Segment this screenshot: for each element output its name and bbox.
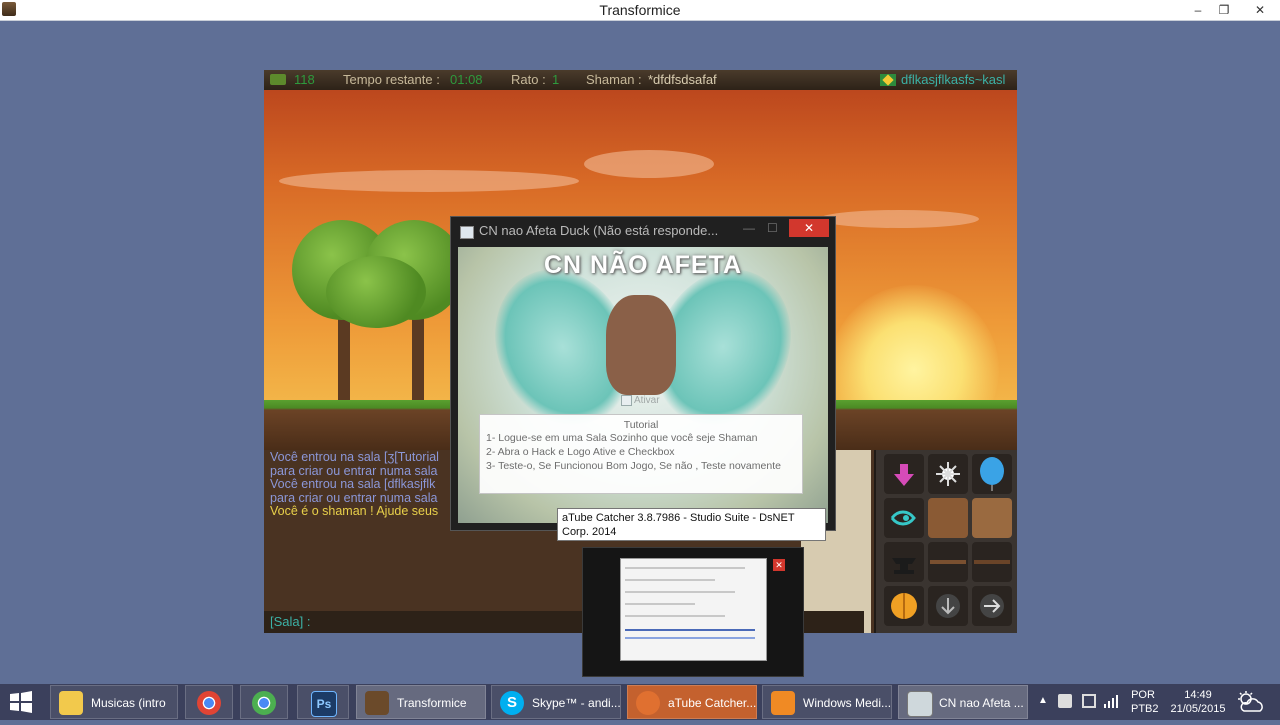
checkbox-label: Ativar (634, 395, 660, 407)
chrome-icon (197, 691, 221, 715)
taskbar-item-chrome[interactable] (185, 685, 233, 719)
taskbar-item-label: CN nao Afeta ... (939, 696, 1024, 710)
taskbar-item-label: Musicas (intro (91, 696, 166, 710)
tutorial-line: 2- Abra o Hack e Logo Ative e Checkbox (486, 446, 675, 458)
taskbar-thumbnail-preview[interactable]: ✕ (582, 547, 804, 677)
popup-close-button[interactable]: ✕ (789, 219, 829, 237)
cloud (279, 170, 579, 192)
restore-button[interactable]: ❐ (1210, 0, 1238, 20)
skype-icon: S (500, 691, 524, 715)
spirit-icon[interactable] (884, 498, 924, 538)
chat-line: para criar ou entrar numa sala (270, 490, 438, 505)
anvil-icon[interactable] (884, 542, 924, 582)
folder-icon (59, 691, 83, 715)
window-title: Transformice (599, 2, 681, 18)
keyboard-layout: PTB2 (1131, 703, 1159, 715)
thumbnail-image (620, 558, 767, 661)
window-title-bar: Transformice – ❐ ✕ (0, 0, 1280, 21)
photoshop-icon: Ps (311, 691, 337, 717)
time-value: 01:08 (450, 72, 483, 87)
taskbar-item-musicas[interactable]: Musicas (intro (50, 685, 178, 719)
language-indicator[interactable]: POR PTB2 (1131, 689, 1159, 715)
tray-chevron-icon[interactable]: ▲ (1038, 695, 1048, 706)
chat-shaman-line: Você é o shaman ! Ajude seus (270, 504, 439, 518)
tutorial-line: 3- Teste-o, Se Funcionou Bom Jogo, Se nã… (486, 460, 781, 472)
shaman-label: Shaman : (586, 72, 642, 87)
network-signal-icon[interactable] (1104, 694, 1120, 711)
taskbar-item-transformice[interactable]: Transformice (356, 685, 486, 719)
tutorial-heading: Tutorial (623, 419, 659, 431)
spark-icon[interactable] (928, 454, 968, 494)
taskbar-item-photoshop[interactable]: Ps (297, 685, 349, 719)
start-button[interactable] (0, 684, 42, 720)
player-name[interactable]: dflkasjflkasfs~kasl (901, 70, 1005, 90)
popup-content: CN NÃO AFETA Ativar Tutorial 1- Logue-se… (458, 247, 828, 523)
long-plank-icon[interactable] (972, 542, 1012, 582)
chat-log: Você entrou na sala [ʒ[Tutorial para cri… (270, 450, 460, 519)
language-code: POR (1131, 689, 1155, 701)
cloud (819, 210, 979, 228)
brazil-flag-icon (880, 74, 896, 86)
taskbar-item-label: aTube Catcher... (668, 696, 757, 710)
shaman-toolbox (874, 450, 1017, 633)
clock-date: 21/05/2015 (1170, 703, 1226, 715)
taskbar-item-label: Transformice (397, 696, 467, 710)
taskbar-item-label: Windows Medi... (803, 696, 892, 710)
thumbnail-close-button[interactable]: ✕ (773, 559, 785, 571)
activate-checkbox[interactable]: Ativar (621, 395, 660, 406)
system-clock[interactable]: 14:49 21/05/2015 (1166, 689, 1230, 715)
tutorial-box: Tutorial 1- Logue-se em uma Sala Sozinho… (479, 414, 803, 494)
rato-value: 1 (552, 72, 560, 87)
rato-label: Rato : (511, 72, 546, 87)
close-button[interactable]: ✕ (1240, 0, 1280, 20)
app-window-icon (907, 691, 933, 717)
cheese-icon (270, 74, 286, 85)
hud-top-bar: 118 Tempo restante : 01:08 Rato : 1 Sham… (264, 70, 1017, 90)
ball-icon[interactable] (884, 586, 924, 626)
arrow-down-pink-icon[interactable] (884, 454, 924, 494)
checkbox-icon[interactable] (621, 395, 632, 406)
taskbar-item-windows-media[interactable]: Windows Medi... (762, 685, 892, 719)
short-plank-icon[interactable] (928, 542, 968, 582)
app-window-icon (460, 226, 474, 239)
small-box-icon[interactable] (928, 498, 968, 538)
taskbar-item-chrome-canary[interactable] (240, 685, 288, 719)
tutorial-line: 1- Logue-se em uma Sala Sozinho que você… (486, 432, 758, 444)
time-label: Tempo restante : (343, 72, 440, 87)
atube-icon (636, 691, 660, 715)
large-box-icon[interactable] (972, 498, 1012, 538)
taskbar-item-label: Skype™ - andi... (532, 696, 621, 710)
weather-icon[interactable] (1236, 689, 1266, 718)
popup-banner: CN NÃO AFETA (543, 251, 743, 279)
minimize-button[interactable]: – (1184, 0, 1212, 20)
chrome-canary-icon (252, 691, 276, 715)
taskbar-item-atube-catcher[interactable]: aTube Catcher... (627, 685, 757, 719)
power-icon[interactable] (1082, 694, 1096, 708)
tree-foliage (326, 256, 426, 328)
windows-logo-icon (10, 691, 32, 713)
taskbar-item-skype[interactable]: S Skype™ - andi... (491, 685, 621, 719)
popup-minimize-button[interactable]: — (743, 221, 755, 235)
arrow-right-icon[interactable] (972, 586, 1012, 626)
arrow-down-icon[interactable] (928, 586, 968, 626)
chat-line: Você entrou na sala [ʒ[Tutorial (270, 450, 439, 464)
cheese-count: 118 (294, 72, 315, 87)
cloud (584, 150, 714, 178)
taskbar-item-cn-nao-afeta[interactable]: CN nao Afeta ... (898, 685, 1028, 719)
chat-line: para criar ou entrar numa sala (270, 463, 438, 478)
taskbar: Musicas (intro Ps Transformice S Skype™ … (0, 684, 1280, 720)
media-player-icon (771, 691, 795, 715)
clock-time: 14:49 (1184, 689, 1212, 701)
popup-title: CN nao Afeta Duck (Não está responde... (479, 223, 719, 238)
taskbar-tooltip: aTube Catcher 3.8.7986 - Studio Suite - … (557, 508, 826, 541)
action-center-flag-icon[interactable] (1058, 694, 1072, 708)
transformice-icon (365, 691, 389, 715)
mouse-character (606, 295, 676, 395)
balloon-icon[interactable] (972, 454, 1012, 494)
cn-nao-afeta-window: CN nao Afeta Duck (Não está responde... … (450, 216, 836, 531)
shaman-name: *dfdfsdsafaf (648, 72, 717, 87)
popup-maximize-button[interactable]: ☐ (767, 221, 778, 235)
chat-line: Você entrou na sala [dflkasjflk (270, 477, 436, 491)
